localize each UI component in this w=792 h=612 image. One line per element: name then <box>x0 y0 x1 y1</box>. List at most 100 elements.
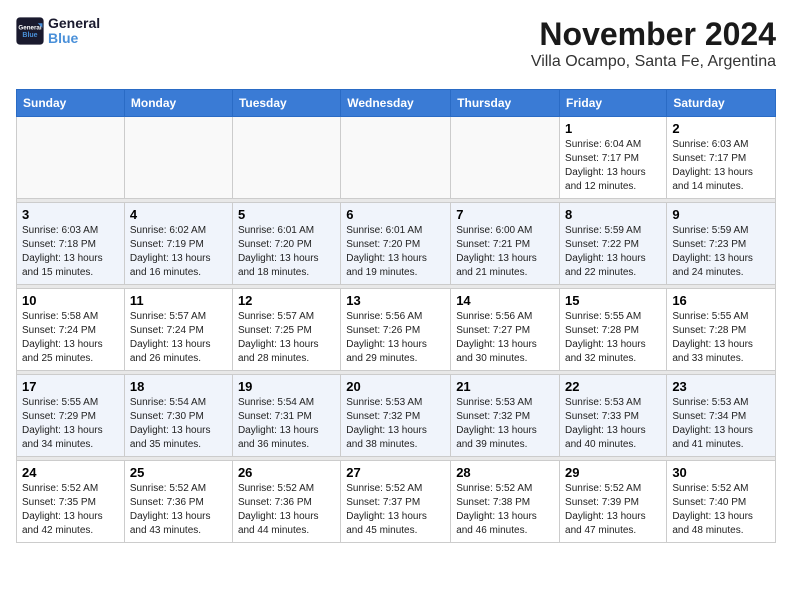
day-info: Sunrise: 5:59 AM Sunset: 7:22 PM Dayligh… <box>565 224 661 280</box>
day-info: Sunrise: 5:53 AM Sunset: 7:34 PM Dayligh… <box>672 396 770 452</box>
day-info: Sunrise: 5:56 AM Sunset: 7:27 PM Dayligh… <box>456 310 554 366</box>
calendar-cell: 9Sunrise: 5:59 AM Sunset: 7:23 PM Daylig… <box>667 203 776 285</box>
day-number: 5 <box>238 207 335 222</box>
calendar-cell: 30 Sunrise: 5:52 AM Sunset: 7:40 PM Dayli… <box>667 461 776 543</box>
calendar-cell: 23 Sunrise: 5:53 AM Sunset: 7:34 PM Dayli… <box>667 375 776 457</box>
day-number: 26 <box>238 465 335 480</box>
day-number: 6 <box>346 207 445 222</box>
header-saturday: Saturday <box>667 90 776 117</box>
day-info: Sunrise: 5:57 AM Sunset: 7:24 PM Dayligh… <box>130 310 227 366</box>
day-number: 28 <box>456 465 554 480</box>
calendar-cell: 19 Sunrise: 5:54 AM Sunset: 7:31 PM Dayli… <box>232 375 340 457</box>
day-info: Sunrise: 5:52 AM Sunset: 7:36 PM Dayligh… <box>130 482 227 538</box>
calendar-cell: 15 Sunrise: 5:55 AM Sunset: 7:28 PM Dayli… <box>560 289 667 371</box>
day-info: Sunrise: 6:02 AM Sunset: 7:19 PM Dayligh… <box>130 224 227 280</box>
calendar-cell <box>232 117 340 199</box>
calendar-cell <box>451 117 560 199</box>
header-sunday: Sunday <box>17 90 125 117</box>
calendar-cell: 3 Sunrise: 6:03 AM Sunset: 7:18 PM Daylig… <box>17 203 125 285</box>
day-info: Sunrise: 5:55 AM Sunset: 7:29 PM Dayligh… <box>22 396 119 452</box>
week-row-5: 24Sunrise: 5:52 AM Sunset: 7:35 PM Dayli… <box>17 461 776 543</box>
week-row-1: 1 Sunrise: 6:04 AM Sunset: 7:17 PM Daylig… <box>17 117 776 199</box>
day-info: Sunrise: 5:53 AM Sunset: 7:33 PM Dayligh… <box>565 396 661 452</box>
calendar-cell: 5 Sunrise: 6:01 AM Sunset: 7:20 PM Daylig… <box>232 203 340 285</box>
calendar-cell: 16 Sunrise: 5:55 AM Sunset: 7:28 PM Dayli… <box>667 289 776 371</box>
logo-line1: General <box>48 16 100 31</box>
day-info: Sunrise: 6:04 AM Sunset: 7:17 PM Dayligh… <box>565 138 661 194</box>
day-number: 30 <box>672 465 770 480</box>
day-number: 3 <box>22 207 119 222</box>
svg-text:Blue: Blue <box>22 33 37 40</box>
day-info: Sunrise: 6:03 AM Sunset: 7:17 PM Dayligh… <box>672 138 770 194</box>
calendar-cell: 25 Sunrise: 5:52 AM Sunset: 7:36 PM Dayli… <box>124 461 232 543</box>
day-number: 25 <box>130 465 227 480</box>
calendar-cell: 28 Sunrise: 5:52 AM Sunset: 7:38 PM Dayli… <box>451 461 560 543</box>
calendar-cell: 7 Sunrise: 6:00 AM Sunset: 7:21 PM Daylig… <box>451 203 560 285</box>
day-number: 2 <box>672 121 770 136</box>
day-info: Sunrise: 5:54 AM Sunset: 7:31 PM Dayligh… <box>238 396 335 452</box>
day-info: Sunrise: 6:00 AM Sunset: 7:21 PM Dayligh… <box>456 224 554 280</box>
day-info: Sunrise: 5:52 AM Sunset: 7:40 PM Dayligh… <box>672 482 770 538</box>
day-info: Sunrise: 5:54 AM Sunset: 7:30 PM Dayligh… <box>130 396 227 452</box>
calendar-cell: 29 Sunrise: 5:52 AM Sunset: 7:39 PM Dayli… <box>560 461 667 543</box>
day-number: 7 <box>456 207 554 222</box>
header-tuesday: Tuesday <box>232 90 340 117</box>
day-info: Sunrise: 5:52 AM Sunset: 7:35 PM Dayligh… <box>22 482 119 538</box>
logo-line2: Blue <box>48 31 100 46</box>
day-number: 18 <box>130 379 227 394</box>
day-info: Sunrise: 5:53 AM Sunset: 7:32 PM Dayligh… <box>456 396 554 452</box>
calendar-table: Sunday Monday Tuesday Wednesday Thursday… <box>16 89 776 543</box>
month-title: November 2024 <box>531 16 776 53</box>
header-thursday: Thursday <box>451 90 560 117</box>
calendar-cell: 21 Sunrise: 5:53 AM Sunset: 7:32 PM Dayli… <box>451 375 560 457</box>
calendar-cell: 8Sunrise: 5:59 AM Sunset: 7:22 PM Daylig… <box>560 203 667 285</box>
header-wednesday: Wednesday <box>341 90 451 117</box>
day-number: 14 <box>456 293 554 308</box>
calendar-cell: 27Sunrise: 5:52 AM Sunset: 7:37 PM Dayli… <box>341 461 451 543</box>
calendar-cell: 12Sunrise: 5:57 AM Sunset: 7:25 PM Dayli… <box>232 289 340 371</box>
day-number: 16 <box>672 293 770 308</box>
day-info: Sunrise: 5:58 AM Sunset: 7:24 PM Dayligh… <box>22 310 119 366</box>
calendar-cell <box>17 117 125 199</box>
logo: General Blue General Blue <box>16 16 100 47</box>
day-info: Sunrise: 5:55 AM Sunset: 7:28 PM Dayligh… <box>565 310 661 366</box>
header-monday: Monday <box>124 90 232 117</box>
day-info: Sunrise: 5:56 AM Sunset: 7:26 PM Dayligh… <box>346 310 445 366</box>
day-info: Sunrise: 5:52 AM Sunset: 7:38 PM Dayligh… <box>456 482 554 538</box>
title-section: November 2024 Villa Ocampo, Santa Fe, Ar… <box>531 16 776 79</box>
day-number: 29 <box>565 465 661 480</box>
calendar-cell: 2 Sunrise: 6:03 AM Sunset: 7:17 PM Daylig… <box>667 117 776 199</box>
day-number: 12 <box>238 293 335 308</box>
day-number: 21 <box>456 379 554 394</box>
day-info: Sunrise: 5:55 AM Sunset: 7:28 PM Dayligh… <box>672 310 770 366</box>
location-title: Villa Ocampo, Santa Fe, Argentina <box>531 53 776 71</box>
week-row-4: 17Sunrise: 5:55 AM Sunset: 7:29 PM Dayli… <box>17 375 776 457</box>
header-row: Sunday Monday Tuesday Wednesday Thursday… <box>17 90 776 117</box>
day-number: 19 <box>238 379 335 394</box>
calendar-cell: 24Sunrise: 5:52 AM Sunset: 7:35 PM Dayli… <box>17 461 125 543</box>
calendar-cell: 22Sunrise: 5:53 AM Sunset: 7:33 PM Dayli… <box>560 375 667 457</box>
day-number: 23 <box>672 379 770 394</box>
day-info: Sunrise: 5:53 AM Sunset: 7:32 PM Dayligh… <box>346 396 445 452</box>
week-row-2: 3 Sunrise: 6:03 AM Sunset: 7:18 PM Daylig… <box>17 203 776 285</box>
day-number: 9 <box>672 207 770 222</box>
week-row-3: 10Sunrise: 5:58 AM Sunset: 7:24 PM Dayli… <box>17 289 776 371</box>
day-info: Sunrise: 6:01 AM Sunset: 7:20 PM Dayligh… <box>238 224 335 280</box>
calendar-cell: 11Sunrise: 5:57 AM Sunset: 7:24 PM Dayli… <box>124 289 232 371</box>
day-info: Sunrise: 5:52 AM Sunset: 7:37 PM Dayligh… <box>346 482 445 538</box>
day-info: Sunrise: 5:52 AM Sunset: 7:39 PM Dayligh… <box>565 482 661 538</box>
calendar-cell <box>124 117 232 199</box>
svg-text:General: General <box>18 25 41 32</box>
calendar-cell: 4 Sunrise: 6:02 AM Sunset: 7:19 PM Daylig… <box>124 203 232 285</box>
header-friday: Friday <box>560 90 667 117</box>
calendar-cell: 26 Sunrise: 5:52 AM Sunset: 7:36 PM Dayli… <box>232 461 340 543</box>
calendar-cell: 10Sunrise: 5:58 AM Sunset: 7:24 PM Dayli… <box>17 289 125 371</box>
calendar-cell: 14 Sunrise: 5:56 AM Sunset: 7:27 PM Dayli… <box>451 289 560 371</box>
day-number: 4 <box>130 207 227 222</box>
day-info: Sunrise: 6:03 AM Sunset: 7:18 PM Dayligh… <box>22 224 119 280</box>
day-info: Sunrise: 5:52 AM Sunset: 7:36 PM Dayligh… <box>238 482 335 538</box>
calendar-cell: 1 Sunrise: 6:04 AM Sunset: 7:17 PM Daylig… <box>560 117 667 199</box>
day-number: 1 <box>565 121 661 136</box>
calendar-cell: 13Sunrise: 5:56 AM Sunset: 7:26 PM Dayli… <box>341 289 451 371</box>
day-number: 15 <box>565 293 661 308</box>
